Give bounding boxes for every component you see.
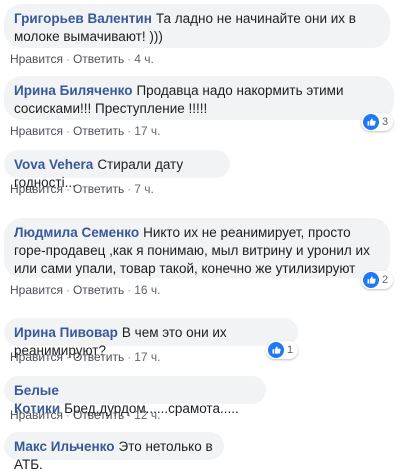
reply-link[interactable]: Ответить <box>73 124 124 138</box>
comment-author[interactable]: Ирина Пивовар <box>14 325 118 340</box>
comment-bubble: Ирина Пивовар В чем это они их реанимирую… <box>4 318 298 358</box>
separator-dot: · <box>65 182 70 196</box>
comment-actions: Нравится · Ответить · 4 ч. <box>10 52 154 66</box>
separator-dot: · <box>65 283 70 297</box>
comment-actions: Нравится · Ответить · 12 ч. <box>10 408 161 422</box>
comment-author[interactable]: Ирина Биляченко <box>14 83 132 98</box>
comment-actions: Нравится · Ответить · 7 ч. <box>10 182 154 196</box>
comment-bubble: Людмила Семенко Никто их не реанимирует, … <box>4 218 390 278</box>
separator-dot: · <box>65 408 70 422</box>
separator-dot: · <box>127 350 132 364</box>
comment-time[interactable]: 12 ч. <box>134 408 160 422</box>
like-reaction-icon <box>363 272 379 288</box>
separator-dot: · <box>127 408 132 422</box>
reply-link[interactable]: Ответить <box>73 408 124 422</box>
comment-time[interactable]: 17 ч. <box>134 124 160 138</box>
reaction-count-badge[interactable]: 3 <box>361 113 394 131</box>
separator-dot: · <box>65 350 70 364</box>
comment-time[interactable]: 17 ч. <box>134 350 160 364</box>
like-reaction-icon <box>363 114 379 130</box>
separator-dot: · <box>127 124 132 138</box>
comment-time[interactable]: 7 ч. <box>134 182 154 196</box>
separator-dot: · <box>127 182 132 196</box>
separator-dot: · <box>127 52 132 66</box>
comment-bubble: Vova Vehera Стирали дату годності... <box>4 150 230 190</box>
comment-actions: Нравится · Ответить · 17 ч. <box>10 124 161 138</box>
comment-author[interactable]: Людмила Семенко <box>14 225 139 240</box>
like-reaction-icon <box>268 342 284 358</box>
reply-link[interactable]: Ответить <box>73 350 124 364</box>
comment-actions: Нравится · Ответить · 16 ч. <box>10 283 161 297</box>
reply-link[interactable]: Ответить <box>73 52 124 66</box>
comment-bubble: Григорьев Валентин Та ладно не начинайте … <box>4 4 390 48</box>
like-link[interactable]: Нравится <box>10 408 63 422</box>
reaction-count: 2 <box>382 274 389 286</box>
comment-author[interactable]: Макс Ильченко <box>14 439 114 454</box>
comment-bubble: Белые Котики Бред,дурдом......срамота....… <box>4 376 266 416</box>
comment-actions: Нравится · Ответить · 17 ч. <box>10 350 161 364</box>
separator-dot: · <box>65 52 70 66</box>
like-link[interactable]: Нравится <box>10 124 63 138</box>
comment-bubble: Макс Ильченко Это нетолько в АТБ. <box>4 432 224 472</box>
comment-bubble: Ирина Биляченко Продавца надо накормить э… <box>4 76 394 120</box>
reply-link[interactable]: Ответить <box>73 283 124 297</box>
comment-time[interactable]: 16 ч. <box>134 283 160 297</box>
like-link[interactable]: Нравится <box>10 182 63 196</box>
comment-author[interactable]: Vova Vehera <box>14 157 93 172</box>
comment-time[interactable]: 4 ч. <box>134 52 154 66</box>
separator-dot: · <box>127 283 132 297</box>
comment-author[interactable]: Григорьев Валентин <box>14 11 152 26</box>
reaction-count: 1 <box>287 344 294 356</box>
reply-link[interactable]: Ответить <box>73 182 124 196</box>
like-link[interactable]: Нравится <box>10 52 63 66</box>
like-link[interactable]: Нравится <box>10 283 63 297</box>
reaction-count-badge[interactable]: 1 <box>266 341 299 359</box>
like-link[interactable]: Нравится <box>10 350 63 364</box>
separator-dot: · <box>65 124 70 138</box>
reaction-count: 3 <box>382 116 389 128</box>
reaction-count-badge[interactable]: 2 <box>361 271 394 289</box>
